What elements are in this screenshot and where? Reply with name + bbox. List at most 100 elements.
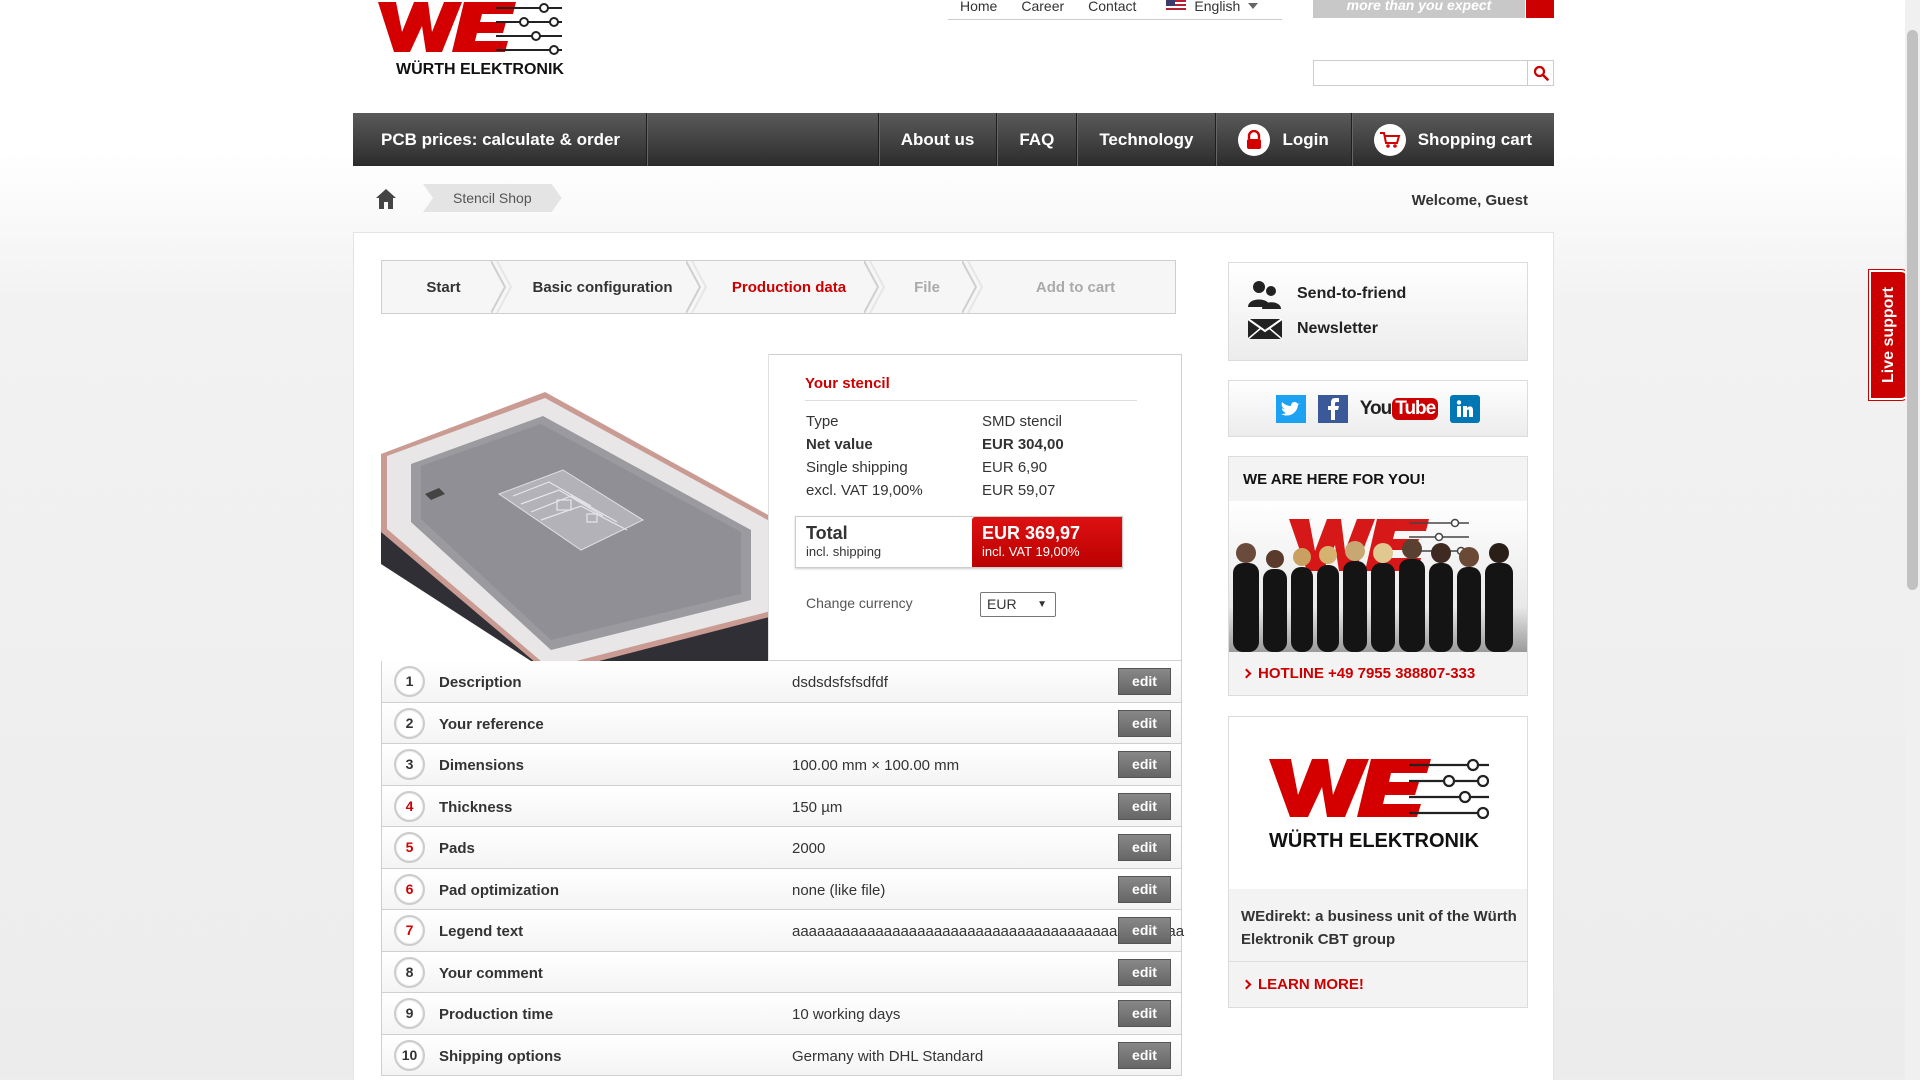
nav-faq[interactable]: FAQ (996, 113, 1076, 166)
config-row-your-comment: 8 Your comment edit (381, 951, 1182, 993)
users-icon (1248, 281, 1281, 309)
row-number: 2 (394, 707, 425, 739)
live-support-tab[interactable]: Live support (1869, 270, 1909, 400)
step-separator (491, 261, 513, 313)
step-production-data-label: Production data (731, 278, 847, 296)
detail-shipping-value: EUR 6,90 (982, 459, 1048, 476)
row-label: Pads (439, 840, 475, 857)
edit-button[interactable]: edit (1118, 958, 1171, 986)
home-icon[interactable] (376, 188, 396, 210)
youtube-icon[interactable]: You Tube (1360, 397, 1439, 420)
newsletter-label: Newsletter (1297, 320, 1378, 337)
step-separator (962, 261, 984, 313)
total-value: EUR 369,97 (982, 523, 1081, 543)
edit-button[interactable]: edit (1118, 709, 1171, 737)
row-number: 1 (394, 666, 425, 697)
divider (1229, 961, 1527, 962)
nav-about-us[interactable]: About us (877, 113, 997, 166)
edit-button[interactable]: edit (1118, 668, 1171, 695)
edit-button[interactable]: edit (1118, 834, 1171, 861)
config-row-legend-text: 7 Legend text aaaaaaaaaaaaaaaaaaaaaaaaaa… (381, 910, 1184, 952)
detail-vat-key: excl. VAT 19,00% (806, 482, 923, 499)
top-navigation: Home Career Contact English (948, 0, 1283, 20)
contact-box: WE ARE HERE FOR YOU! HOTLINE +49 7955 38… (1228, 456, 1528, 696)
top-link-home[interactable]: Home (948, 0, 1009, 13)
step-production-data[interactable]: Production data (700, 261, 886, 313)
step-add-to-cart-label: Add to cart (1035, 278, 1116, 296)
here-for-you-title: WE ARE HERE FOR YOU! (1243, 471, 1426, 488)
row-label: Dimensions (439, 757, 525, 774)
step-start[interactable]: Start (382, 261, 513, 313)
login-label: Login (1282, 129, 1329, 149)
share-box: Send-to-friend Newsletter (1228, 262, 1528, 361)
total-label-area: Total incl. shipping (796, 517, 972, 567)
your-stencil-title: Your stencil (805, 375, 1137, 401)
we-logo[interactable]: WÜRTH ELEKTRONIK (376, 0, 566, 80)
red-corner-block (1526, 0, 1554, 18)
row-number: 4 (394, 790, 425, 822)
wedirekt-description: WEdirekt: a business unit of the Würth E… (1241, 908, 1517, 948)
total-label: Total (806, 523, 848, 543)
linkedin-icon[interactable] (1450, 394, 1481, 423)
search-box (1313, 60, 1554, 86)
detail-type-value: SMD stencil (982, 413, 1063, 430)
config-row-shipping-options: 10 Shipping options Germany with DHL Sta… (381, 1034, 1182, 1076)
breadcrumb-stencil-shop[interactable]: Stencil Shop (423, 184, 562, 212)
twitter-icon[interactable] (1275, 394, 1306, 423)
team-photo (1229, 501, 1527, 652)
config-row-pad-optimization: 6 Pad optimization none (like file) edit (381, 868, 1182, 910)
social-links-box: You Tube (1228, 380, 1528, 437)
edit-button[interactable]: edit (1118, 1000, 1171, 1027)
row-number: 10 (394, 1039, 425, 1071)
search-icon (1533, 65, 1549, 81)
config-row-description: 1 Description dsdsdsfsfsdfdf edit (381, 661, 1182, 703)
top-link-career[interactable]: Career (1009, 0, 1076, 13)
step-add-to-cart: Add to cart (976, 261, 1175, 313)
total-sub-label: incl. shipping (806, 544, 882, 559)
facebook-icon[interactable] (1317, 394, 1348, 423)
step-basic-configuration-label: Basic configuration (532, 278, 673, 296)
language-label: English (1194, 0, 1241, 14)
edit-button[interactable]: edit (1118, 1041, 1171, 1069)
nav-login[interactable]: Login (1215, 113, 1350, 166)
edit-button[interactable]: edit (1118, 917, 1171, 944)
currency-select[interactable]: EUR ▼ (980, 592, 1056, 617)
step-start-label: Start (426, 278, 461, 296)
learn-more-link[interactable]: LEARN MORE! (1241, 976, 1364, 993)
newsletter-link[interactable]: Newsletter (1247, 317, 1378, 341)
send-to-friend-link[interactable]: Send-to-friend (1247, 279, 1406, 309)
currency-value: EUR (987, 596, 1017, 612)
nav-pcb-prices[interactable]: PCB prices: calculate & order (353, 113, 648, 166)
edit-button[interactable]: edit (1118, 875, 1171, 903)
row-label: Thickness (439, 798, 513, 816)
edit-button[interactable]: edit (1118, 792, 1171, 820)
cart-icon (1373, 123, 1406, 156)
nav-technology[interactable]: Technology (1076, 113, 1215, 166)
nav-spacer (647, 113, 878, 166)
slogan-banner: more than you expect (1313, 0, 1525, 18)
row-number: 8 (394, 956, 425, 988)
top-link-contact[interactable]: Contact (1076, 0, 1148, 13)
step-file: File (878, 261, 984, 313)
row-label: Shipping options (439, 1047, 562, 1065)
hotline-link[interactable]: HOTLINE +49 7955 388807-333 (1241, 665, 1475, 682)
row-value: dsdsdsfsfsdfdf (792, 674, 888, 691)
wizard-steps: Start Basic configuration Production dat… (381, 260, 1176, 314)
search-button[interactable] (1527, 61, 1553, 85)
row-number: 7 (394, 915, 425, 946)
scrollbar-thumb[interactable] (1907, 30, 1918, 590)
row-number: 3 (394, 749, 425, 780)
edit-button[interactable]: edit (1118, 751, 1171, 778)
stencil-image (381, 354, 769, 661)
search-input[interactable] (1314, 61, 1527, 85)
total-value-sub: incl. VAT 19,00% (982, 544, 1080, 559)
row-number: 9 (394, 998, 425, 1029)
dropdown-arrow-icon: ▼ (1037, 599, 1047, 610)
chevron-down-icon (1248, 3, 1259, 9)
language-selector[interactable]: English (1148, 0, 1282, 14)
detail-net-value-key: Net value (806, 436, 873, 453)
step-basic-configuration[interactable]: Basic configuration (505, 261, 708, 313)
step-separator (686, 261, 708, 313)
nav-shopping-cart[interactable]: Shopping cart (1350, 113, 1554, 166)
row-label: Production time (439, 1006, 554, 1023)
